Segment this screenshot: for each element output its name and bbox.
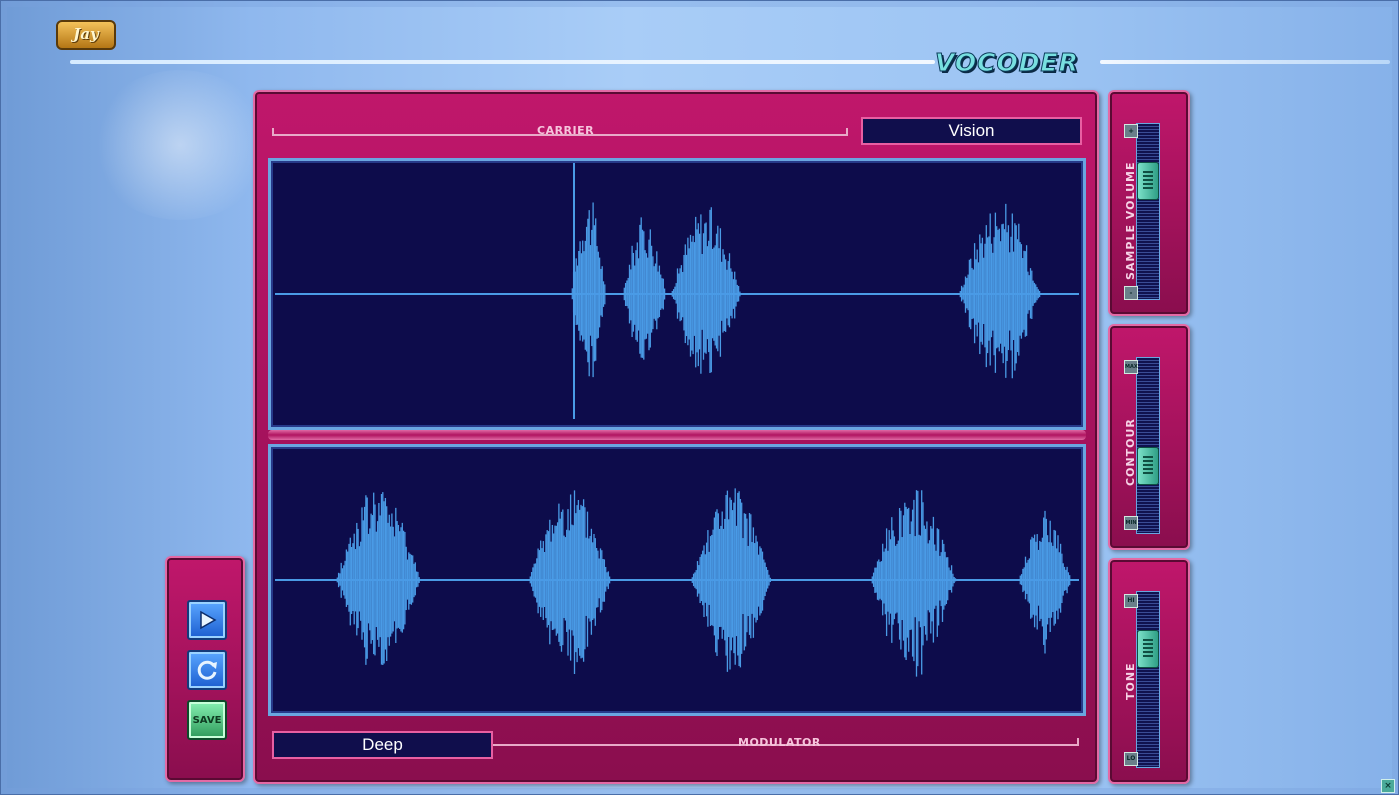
contour-label: CONTOUR xyxy=(1124,418,1137,486)
logo-text: Jay xyxy=(73,25,99,43)
play-icon xyxy=(200,610,217,630)
modulator-waveform-plot xyxy=(275,488,1079,677)
contour-thumb[interactable] xyxy=(1137,447,1159,486)
loop-icon xyxy=(197,660,217,680)
contour-track[interactable] xyxy=(1136,357,1160,534)
tone-thumb[interactable] xyxy=(1137,629,1159,668)
tone-label: TONE xyxy=(1124,662,1137,700)
app-logo[interactable]: Jay xyxy=(56,20,116,50)
carrier-label: CARRIER xyxy=(537,124,595,137)
modulator-name-field[interactable]: Deep xyxy=(272,731,493,759)
volume-plus-icon: + xyxy=(1124,124,1138,138)
sample-volume-track[interactable] xyxy=(1136,123,1160,300)
save-button[interactable]: SAVE xyxy=(187,700,227,740)
contour-max-icon: MAX xyxy=(1124,360,1138,374)
title-rule-right xyxy=(1100,60,1390,64)
contour-min-icon: MIN xyxy=(1124,516,1138,530)
carrier-name-field[interactable]: Vision xyxy=(861,117,1082,145)
tone-hi-icon: HI xyxy=(1124,594,1138,608)
tone-track[interactable] xyxy=(1136,591,1160,768)
background-glow xyxy=(90,70,270,220)
carrier-waveform-plot xyxy=(275,163,1079,419)
carrier-waveform[interactable] xyxy=(268,158,1086,430)
loop-button[interactable] xyxy=(187,650,227,690)
modulator-waveform[interactable] xyxy=(268,444,1086,716)
close-icon[interactable]: × xyxy=(1381,779,1395,793)
tone-lo-icon: LO xyxy=(1124,752,1138,766)
sample-volume-thumb[interactable] xyxy=(1137,161,1159,200)
title-rule-left xyxy=(70,60,935,64)
app-title: VOCODER xyxy=(935,48,1079,78)
play-button[interactable] xyxy=(187,600,227,640)
waveform-divider xyxy=(268,430,1086,440)
modulator-label: MODULATOR xyxy=(738,736,821,749)
sample-volume-label: SAMPLE VOLUME xyxy=(1124,161,1137,280)
volume-minus-icon: - xyxy=(1124,286,1138,300)
